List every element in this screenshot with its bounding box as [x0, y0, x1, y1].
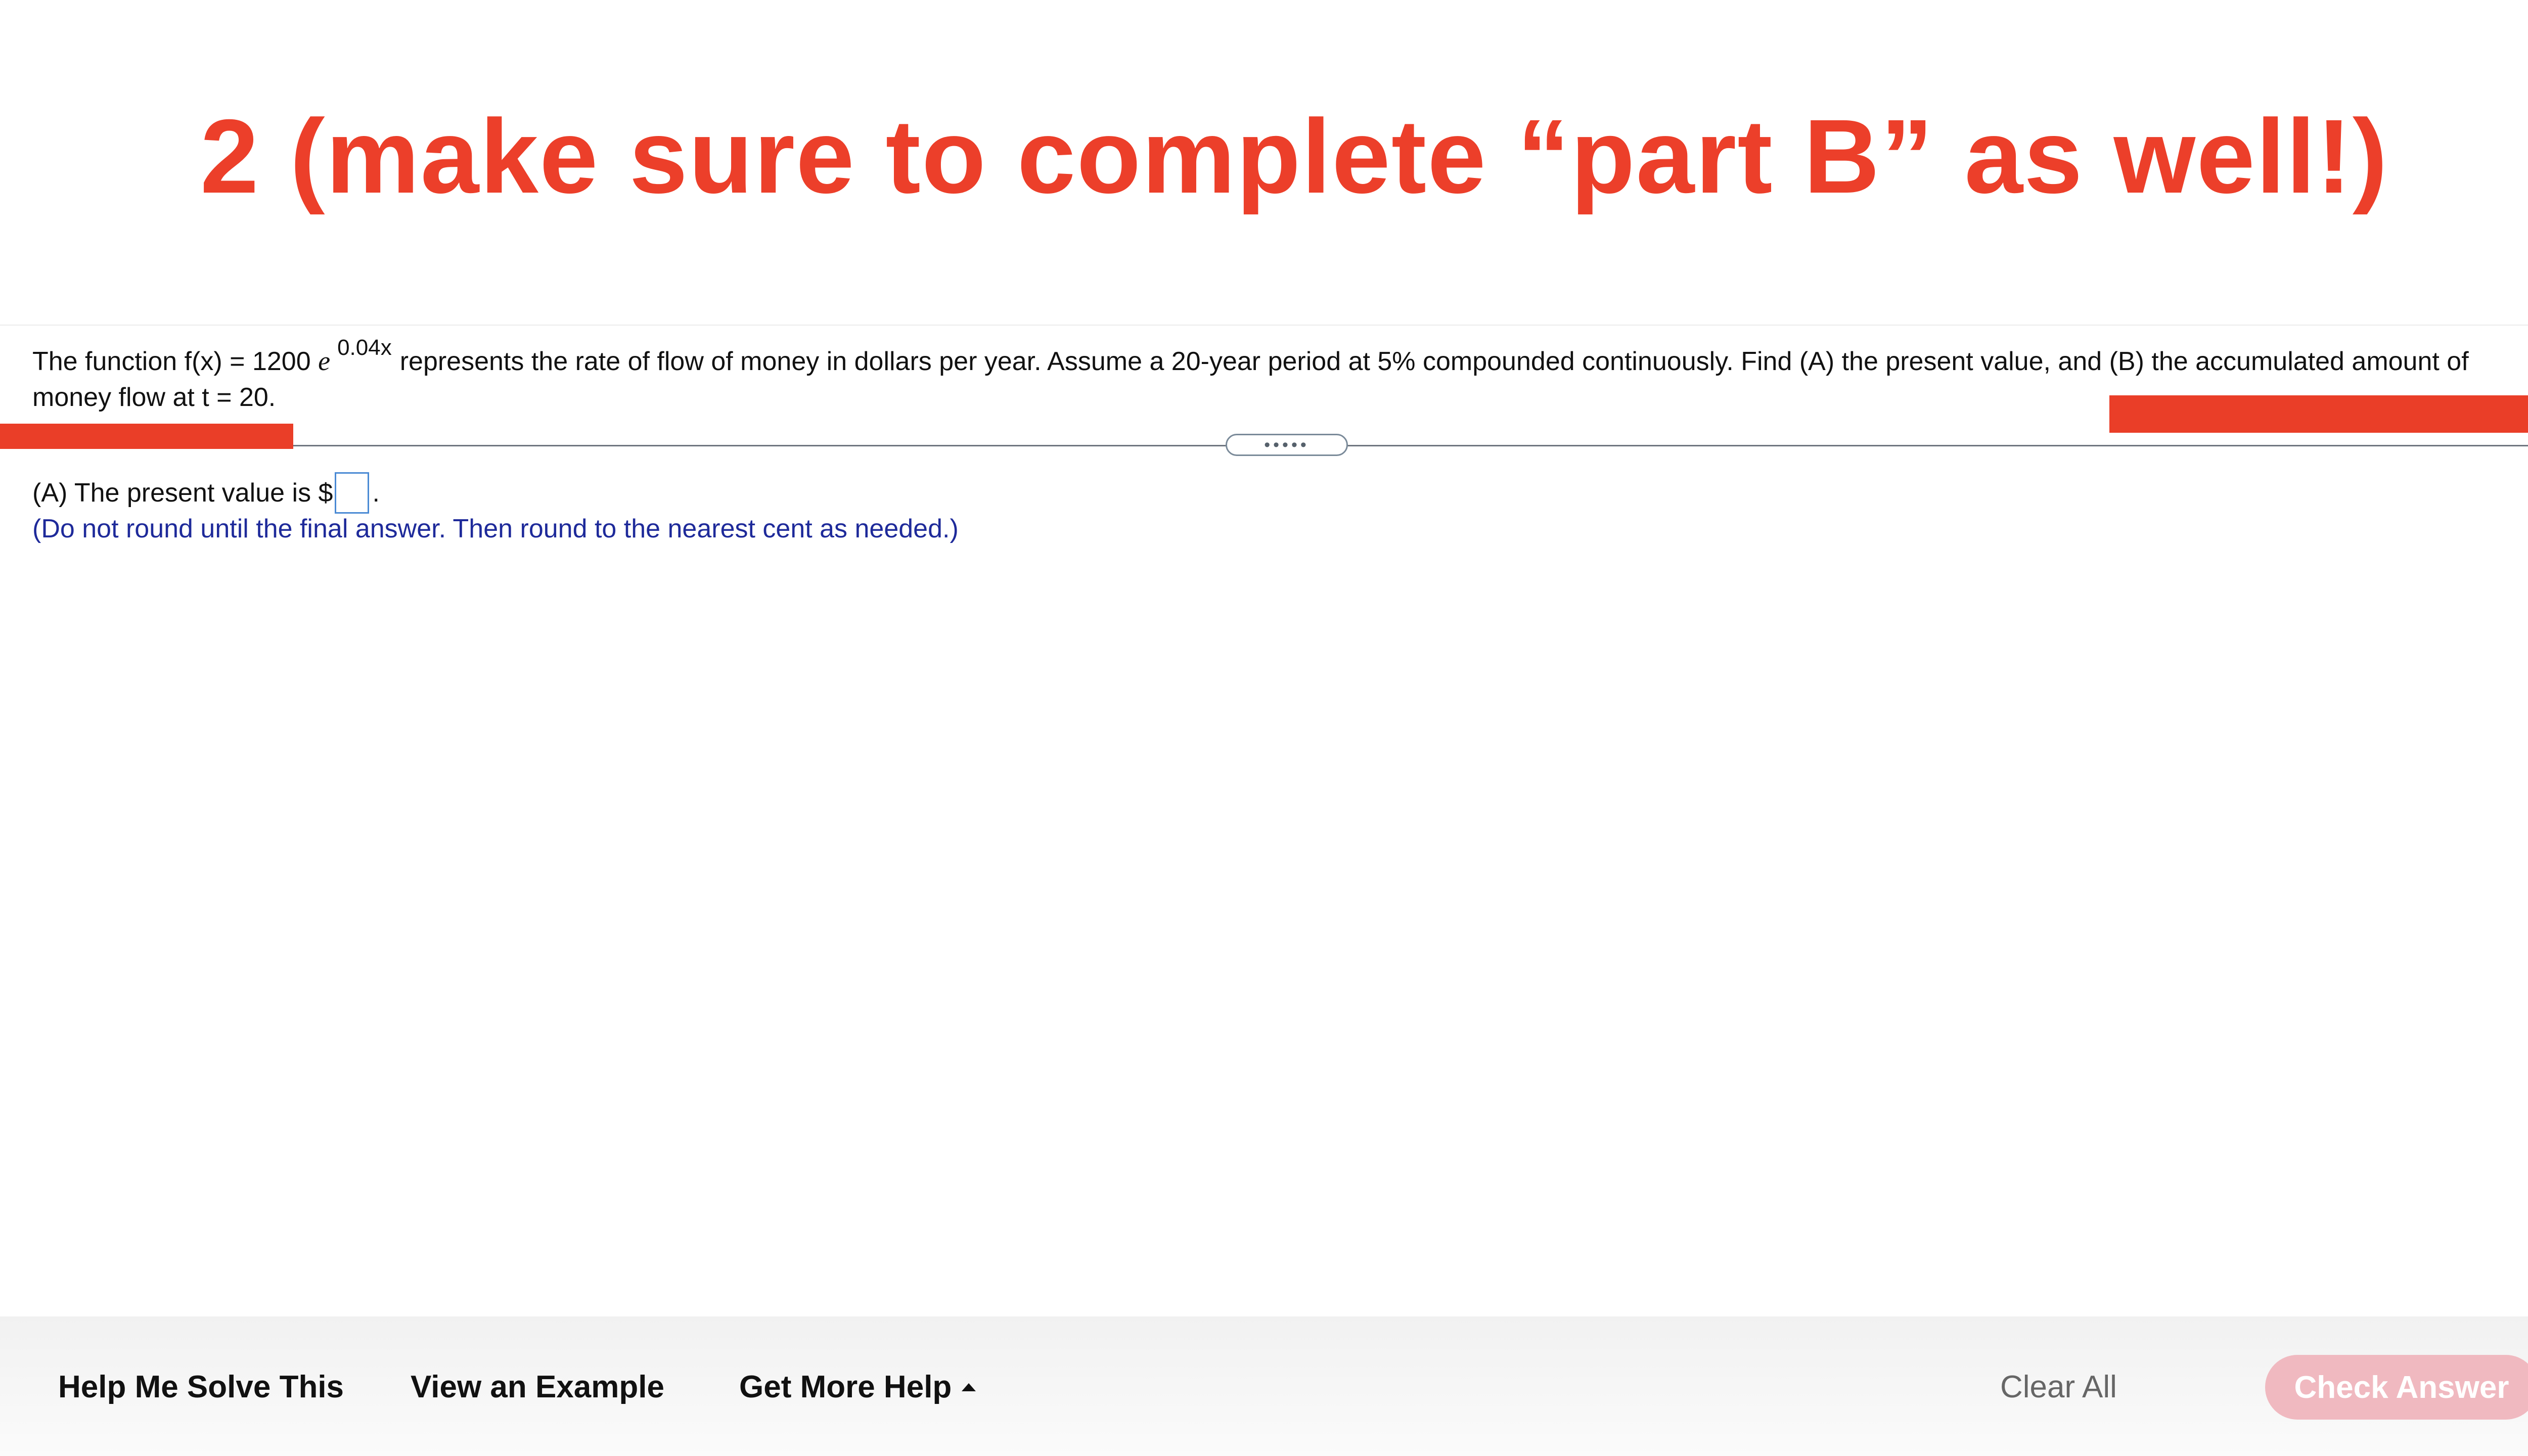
banner-title: 2 (make sure to complete “part B” as wel… — [200, 98, 2389, 215]
view-example-button[interactable]: View an Example — [411, 1367, 664, 1407]
red-highlight-right — [2109, 395, 2528, 433]
rounding-hint: (Do not round until the final answer. Th… — [32, 514, 959, 543]
euler-e: e — [318, 346, 331, 376]
present-value-input[interactable] — [335, 472, 370, 514]
pane-splitter-line — [293, 445, 2528, 446]
content-divider — [0, 325, 2528, 326]
question-prefix: The function f(x) = 1200 — [32, 347, 319, 376]
pane-splitter-handle[interactable]: ••••• — [1226, 434, 1348, 456]
get-more-help-button[interactable]: Get More Help — [739, 1367, 976, 1407]
caret-up-icon — [962, 1383, 976, 1391]
red-highlight-left — [0, 424, 293, 449]
exponent: 0.04x — [337, 335, 392, 360]
clear-all-button[interactable]: Clear All — [2000, 1367, 2117, 1407]
help-me-solve-button[interactable]: Help Me Solve This — [58, 1367, 344, 1407]
get-more-help-label: Get More Help — [739, 1370, 952, 1404]
check-answer-label: Check Answer — [2294, 1370, 2509, 1405]
question-line1-rest: represents the rate of flow of money in … — [399, 347, 2469, 376]
answer-a-row: (A) The present value is $ . — [32, 472, 380, 514]
question-line2: money flow at t = 20. — [32, 383, 276, 412]
answer-a-period: . — [372, 478, 380, 508]
check-answer-button[interactable]: Check Answer — [2265, 1355, 2528, 1420]
splitter-grip-icon: ••••• — [1264, 435, 1310, 454]
instruction-banner: 2 (make sure to complete “part B” as wel… — [0, 0, 2528, 324]
footer-toolbar: Help Me Solve This View an Example Get M… — [0, 1316, 2528, 1456]
answer-a-label: (A) The present value is $ — [32, 478, 333, 508]
